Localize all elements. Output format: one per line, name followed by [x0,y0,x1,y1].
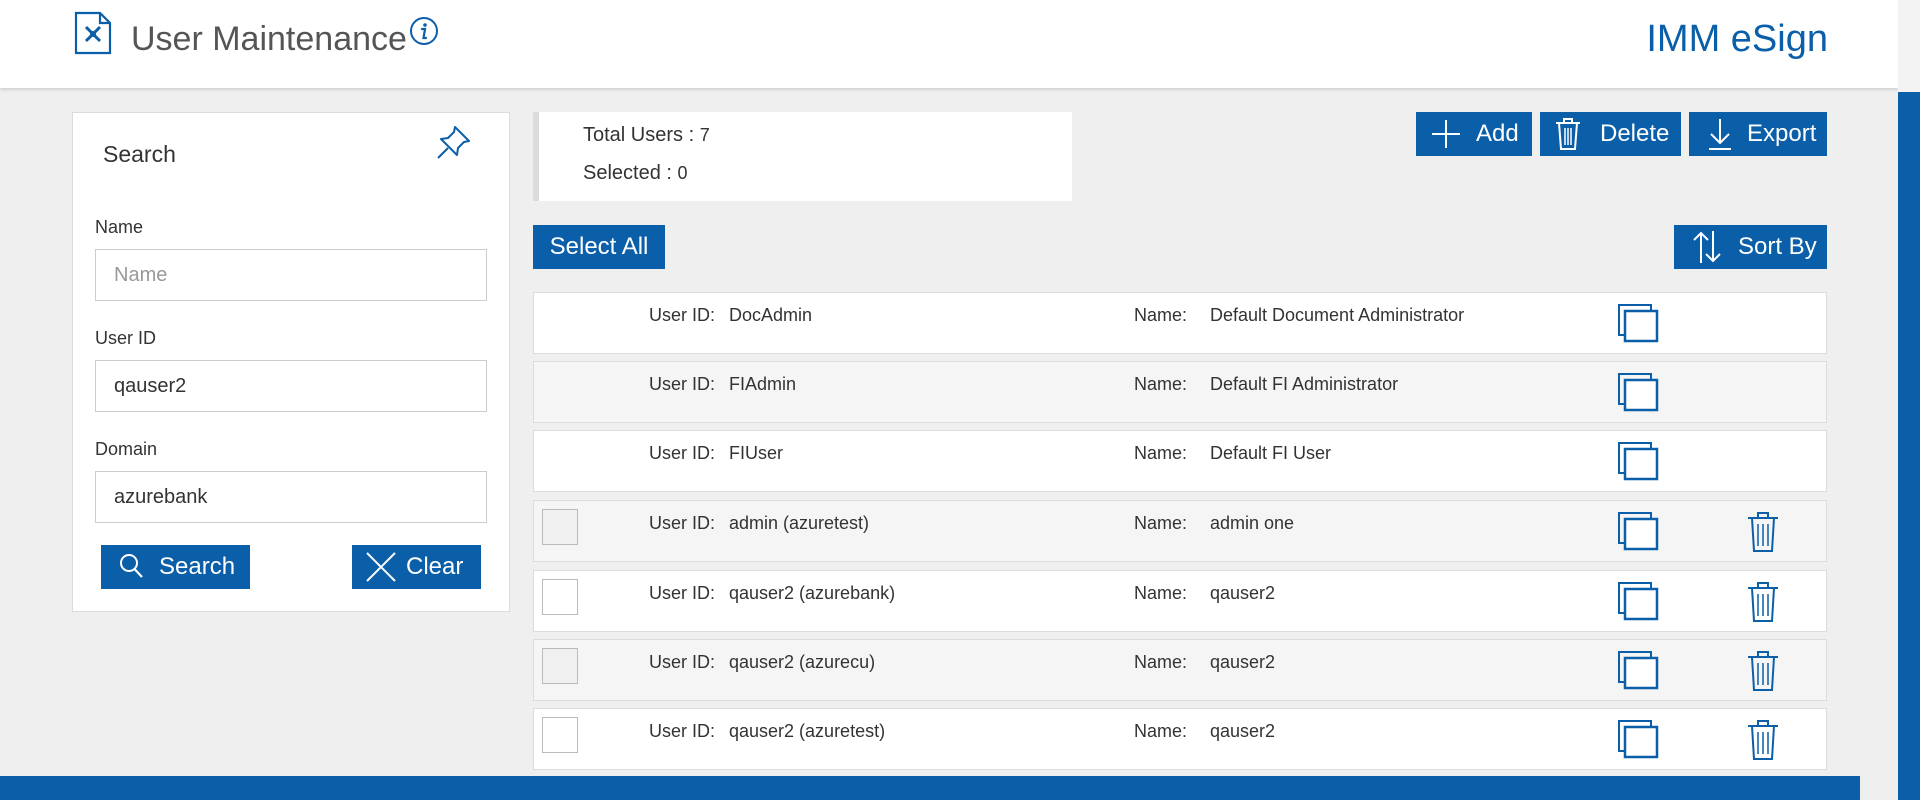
name-value: qauser2 [1210,652,1276,672]
tools-document-icon [74,11,112,55]
select-all-button-label: Select All [549,233,649,260]
copy-icon[interactable] [1617,372,1659,412]
name-value: qauser2 [1210,721,1276,741]
selected-users-value: 0 [677,163,688,183]
name-value: admin one [1210,513,1295,533]
pin-icon[interactable] [433,123,473,163]
search-panel: Search Name User ID Domain Search Clear [72,112,510,612]
name-value: Default FI User [1210,443,1332,463]
user-id-label: User ID: [649,443,716,463]
page-title: User Maintenance [131,20,407,58]
user-id-label: User ID: [649,652,716,672]
search-icon [120,554,143,578]
name-label: Name: [1134,305,1188,325]
user-row: User ID: DocAdmin Name: Default Document… [533,292,1827,354]
close-icon [366,552,396,582]
copy-icon[interactable] [1617,650,1659,690]
row-checkbox[interactable] [542,648,578,684]
user-id-field-label: User ID [95,328,157,348]
search-panel-title: Search [103,141,176,167]
clear-button-label: Clear [406,553,464,580]
sort-icon [1693,231,1721,263]
user-id-value: FIUser [729,443,783,463]
user-row: User ID: qauser2 (azuretest) Name: qause… [533,708,1827,770]
app-header: User Maintenance IMM eSign [0,0,1898,88]
name-label: Name: [1134,374,1188,394]
export-button[interactable]: Export [1689,112,1827,156]
selected-users-label: Selected : [583,162,678,184]
name-label: Name: [1134,513,1188,533]
export-button-label: Export [1747,120,1817,147]
add-button[interactable]: Add [1416,112,1532,156]
trash-icon[interactable] [1746,511,1780,553]
total-users-value: 7 [699,125,710,145]
trash-icon[interactable] [1746,719,1780,761]
name-value: Default Document Administrator [1210,305,1465,325]
search-button[interactable]: Search [101,545,250,589]
user-id-label: User ID: [649,374,716,394]
user-id-value: qauser2 (azurecu) [729,652,876,672]
user-summary: Total Users : 7 Selected : 0 [533,112,1072,201]
name-label: Name: [1134,583,1188,603]
row-checkbox[interactable] [542,717,578,753]
plus-icon [1432,120,1460,148]
download-icon [1709,119,1731,150]
row-checkbox[interactable] [542,509,578,545]
domain-field-label: Domain [95,439,158,459]
name-value: qauser2 [1210,583,1276,603]
copy-icon[interactable] [1617,441,1659,481]
copy-icon[interactable] [1617,303,1659,343]
user-row: User ID: FIUser Name: Default FI User [533,430,1827,492]
brand-name: IMM eSign [1646,18,1828,60]
user-id-label: User ID: [649,721,716,741]
selected-users: Selected : 0 [583,162,688,185]
domain-input[interactable] [95,471,487,523]
sort-by-button-label: Sort By [1738,233,1817,260]
user-id-value: qauser2 (azurebank) [729,583,896,603]
user-id-value: DocAdmin [729,305,813,325]
copy-icon[interactable] [1617,511,1659,551]
user-id-label: User ID: [649,513,716,533]
name-label: Name: [1134,652,1188,672]
search-button-label: Search [159,553,236,580]
name-input[interactable] [95,249,487,301]
clear-button[interactable]: Clear [352,545,481,589]
total-users: Total Users : 7 [583,124,710,147]
user-row: User ID: qauser2 (azurecu) Name: qauser2 [533,639,1827,701]
delete-button-label: Delete [1600,120,1670,147]
name-value: Default FI Administrator [1210,374,1399,394]
user-id-value: admin (azuretest) [729,513,870,533]
user-id-input[interactable] [95,360,487,412]
select-all-button[interactable]: Select All [533,225,665,269]
name-label: Name: [1134,721,1188,741]
user-row: User ID: admin (azuretest) Name: admin o… [533,500,1827,562]
name-field-label: Name [95,217,144,237]
row-checkbox[interactable] [542,579,578,615]
user-id-value: qauser2 (azuretest) [729,721,886,741]
user-id-value: FIAdmin [729,374,797,394]
scrollbar-thumb[interactable] [1898,92,1920,800]
user-row: User ID: FIAdmin Name: Default FI Admini… [533,361,1827,423]
sort-by-button[interactable]: Sort By [1674,225,1827,269]
total-users-label: Total Users : [583,124,700,146]
user-id-label: User ID: [649,583,716,603]
user-id-label: User ID: [649,305,716,325]
info-icon[interactable] [409,16,439,46]
name-label: Name: [1134,443,1188,463]
footer-bar [0,776,1860,800]
delete-button[interactable]: Delete [1540,112,1681,156]
trash-icon[interactable] [1746,650,1780,692]
trash-icon [1556,118,1580,150]
add-button-label: Add [1476,120,1519,147]
trash-icon[interactable] [1746,581,1780,623]
copy-icon[interactable] [1617,719,1659,759]
copy-icon[interactable] [1617,581,1659,621]
user-row: User ID: qauser2 (azurebank) Name: qause… [533,570,1827,632]
